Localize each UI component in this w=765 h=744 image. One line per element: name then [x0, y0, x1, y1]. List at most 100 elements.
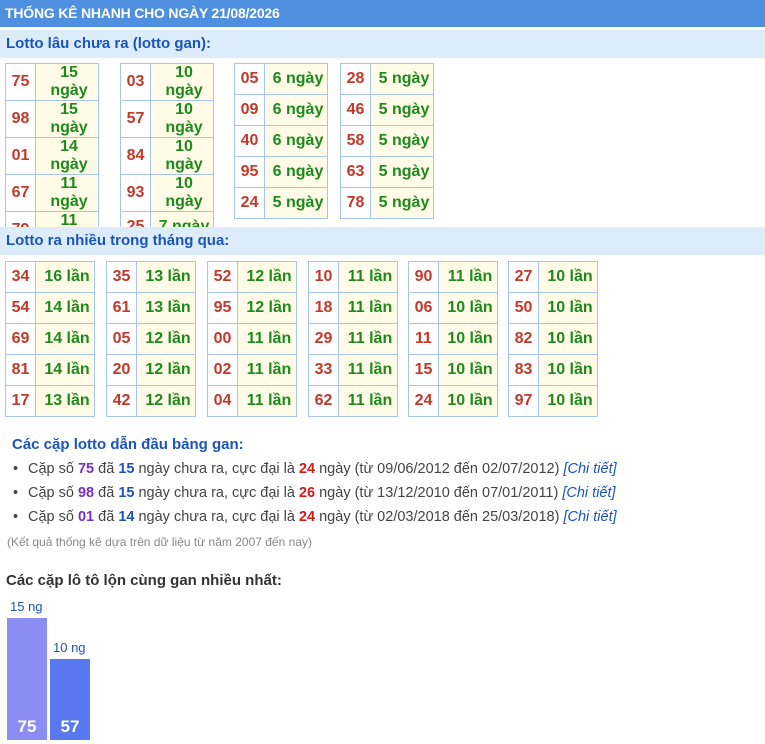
gan-value: 5 ngày [370, 187, 434, 219]
gan-number[interactable]: 28 [340, 63, 371, 95]
freq-number[interactable]: 24 [408, 385, 439, 417]
freq-value: 11 lần [237, 323, 297, 355]
freq-number[interactable]: 35 [106, 261, 137, 293]
freq-row: 17 13 lần [5, 385, 95, 417]
freq-row: 83 10 lần [508, 354, 598, 386]
freq-number[interactable]: 83 [508, 354, 539, 386]
freq-row: 04 11 lần [207, 385, 297, 417]
freq-number[interactable]: 05 [106, 323, 137, 355]
gan-number[interactable]: 58 [340, 125, 371, 157]
freq-number[interactable]: 82 [508, 323, 539, 355]
gan-number[interactable]: 63 [340, 156, 371, 188]
freq-value: 13 lần [35, 385, 95, 417]
gan-row: 09 6 ngày [234, 94, 328, 126]
freq-value: 12 lần [237, 292, 297, 324]
freq-number[interactable]: 33 [308, 354, 339, 386]
gan-value: 5 ngày [370, 125, 434, 157]
freq-value: 12 lần [136, 323, 196, 355]
gan-number[interactable]: 24 [234, 187, 265, 219]
freq-number[interactable]: 29 [308, 323, 339, 355]
gan-number[interactable]: 40 [234, 125, 265, 157]
gan-row: 05 6 ngày [234, 63, 328, 95]
freq-number[interactable]: 10 [308, 261, 339, 293]
gan-number[interactable]: 75 [5, 63, 36, 101]
gan-value: 14 ngày [35, 137, 99, 175]
freq-number[interactable]: 15 [408, 354, 439, 386]
gan-row: 93 10 ngày [120, 174, 214, 212]
freq-row: 69 14 lần [5, 323, 95, 355]
freq-value: 10 lần [538, 292, 598, 324]
freq-number[interactable]: 00 [207, 323, 238, 355]
freq-table-2: 35 13 lần 61 13 lần 05 12 lần 20 12 lần 42 12 lần [106, 261, 196, 417]
freq-number[interactable]: 17 [5, 385, 36, 417]
freq-value: 11 lần [338, 385, 398, 417]
freq-number[interactable]: 20 [106, 354, 137, 386]
leader-text: ngày (từ 02/03/2018 đến 25/03/2018) [315, 509, 564, 525]
freq-row: 42 12 lần [106, 385, 196, 417]
freq-number[interactable]: 90 [408, 261, 439, 293]
gan-number[interactable]: 57 [120, 100, 151, 138]
freq-number[interactable]: 06 [408, 292, 439, 324]
gan-number[interactable]: 46 [340, 94, 371, 126]
freq-value: 10 lần [538, 323, 598, 355]
leader-item: Cặp số 01 đã 14 ngày chưa ra, cực đại là… [10, 508, 617, 532]
freq-value: 14 lần [35, 292, 95, 324]
gan-number[interactable]: 78 [340, 187, 371, 219]
leader-days: 15 [118, 461, 135, 477]
freq-value: 10 lần [438, 292, 498, 324]
freq-number[interactable]: 62 [308, 385, 339, 417]
gan-number[interactable]: 98 [5, 100, 36, 138]
freq-number[interactable]: 50 [508, 292, 539, 324]
freq-number[interactable]: 54 [5, 292, 36, 324]
leader-number: 01 [77, 509, 95, 525]
pair-bar[interactable]: 75 [7, 618, 47, 740]
gan-number[interactable]: 95 [234, 156, 265, 188]
gan-number[interactable]: 01 [5, 137, 36, 175]
detail-link[interactable]: [Chi tiết] [562, 485, 615, 501]
gan-number[interactable]: 67 [5, 174, 36, 212]
gan-number[interactable]: 09 [234, 94, 265, 126]
pair-bar-number: 57 [60, 717, 80, 736]
freq-table-3: 52 12 lần 95 12 lần 00 11 lần 02 11 lần 04 11 lần [207, 261, 297, 417]
freq-number[interactable]: 34 [5, 261, 36, 293]
detail-link[interactable]: [Chi tiết] [563, 509, 616, 525]
leader-number: 75 [77, 461, 95, 477]
freq-row: 62 11 lần [308, 385, 398, 417]
gan-table-2: 0310 ngày5710 ngày8410 ngày9310 ngày257 … [120, 63, 214, 243]
freq-row: 10 11 lần [308, 261, 398, 293]
gan-number[interactable]: 03 [120, 63, 151, 101]
freq-number[interactable]: 27 [508, 261, 539, 293]
freq-number[interactable]: 97 [508, 385, 539, 417]
freq-number[interactable]: 42 [106, 385, 137, 417]
gan-row: 01 14 ngày [5, 137, 99, 175]
freq-value: 13 lần [136, 261, 196, 293]
gan-number[interactable]: 05 [234, 63, 265, 95]
gan-number[interactable]: 84 [120, 137, 151, 175]
gan-row: 98 15 ngày [5, 100, 99, 138]
freq-number[interactable]: 04 [207, 385, 238, 417]
freq-value: 13 lần [136, 292, 196, 324]
freq-row: 05 12 lần [106, 323, 196, 355]
leader-item: Cặp số 75 đã 15 ngày chưa ra, cực đại là… [10, 460, 617, 484]
gan-number[interactable]: 93 [120, 174, 151, 212]
freq-value: 11 lần [237, 385, 297, 417]
freq-number[interactable]: 61 [106, 292, 137, 324]
freq-number[interactable]: 95 [207, 292, 238, 324]
freq-row: 20 12 lần [106, 354, 196, 386]
gan-value: 10 ngày [150, 100, 214, 138]
gan-value: 5 ngày [370, 94, 434, 126]
freq-number[interactable]: 52 [207, 261, 238, 293]
freq-value: 10 lần [438, 354, 498, 386]
pair-bar[interactable]: 57 [50, 659, 90, 740]
freq-number[interactable]: 69 [5, 323, 36, 355]
leader-text: đã [94, 509, 119, 525]
detail-link[interactable]: [Chi tiết] [563, 461, 616, 477]
freq-number[interactable]: 11 [408, 323, 439, 355]
pairs-title: Các cặp lô tô lộn cùng gan nhiều nhất: [6, 572, 282, 589]
freq-value: 11 lần [338, 292, 398, 324]
leader-text: ngày chưa ra, cực đại là [134, 509, 299, 525]
freq-number[interactable]: 02 [207, 354, 238, 386]
freq-number[interactable]: 81 [5, 354, 36, 386]
freq-row: 15 10 lần [408, 354, 498, 386]
freq-number[interactable]: 18 [308, 292, 339, 324]
